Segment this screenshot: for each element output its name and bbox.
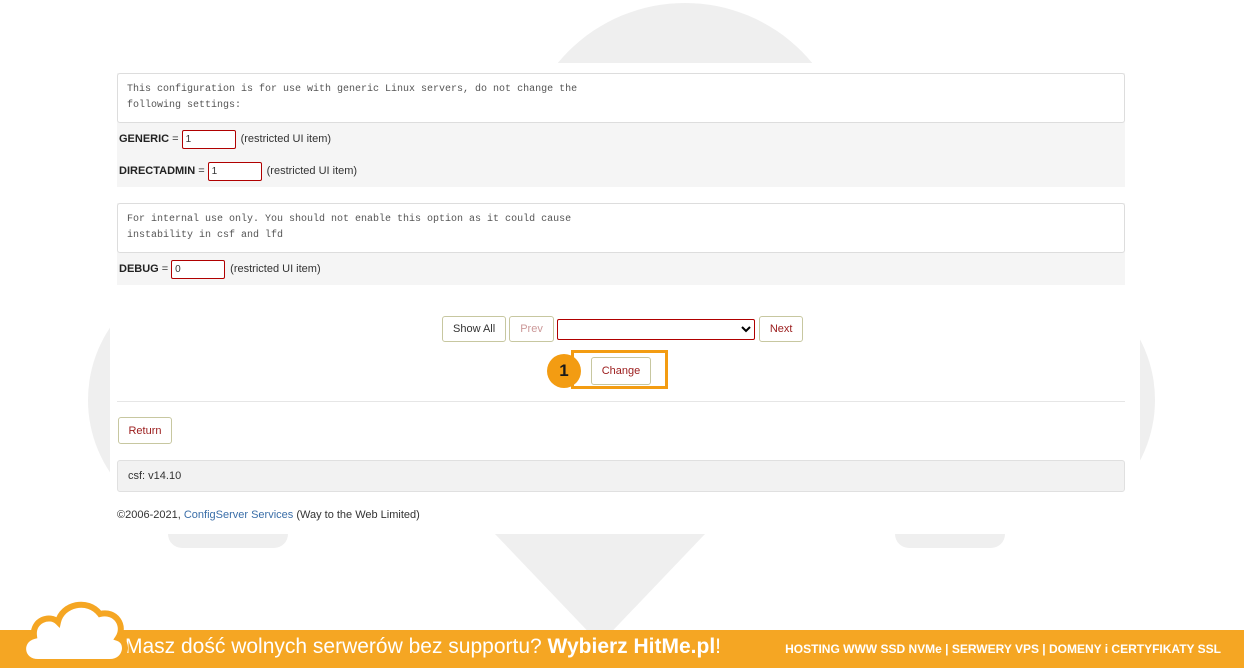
config-row-generic: GENERIC= (restricted UI item) (117, 123, 1125, 155)
show-all-button[interactable]: Show All (442, 316, 507, 342)
generic-input[interactable] (181, 129, 236, 149)
divider (117, 401, 1125, 402)
section-select[interactable] (556, 318, 755, 340)
restricted-note: (restricted UI item) (240, 133, 332, 145)
config-section-debug: For internal use only. You should not en… (117, 203, 1125, 285)
config-comment: For internal use only. You should not en… (117, 203, 1125, 253)
promo-text-end: ! (715, 635, 722, 658)
copyright-suffix: (Way to the Web Limited) (293, 509, 420, 521)
return-button[interactable]: Return (118, 417, 172, 444)
debug-input[interactable] (171, 259, 226, 279)
configserver-link[interactable]: ConfigServer Services (184, 509, 293, 521)
promo-text-bold: Wybierz HitMe.pl (547, 635, 716, 658)
restricted-note: (restricted UI item) (230, 263, 321, 275)
config-row-directadmin: DIRECTADMIN= (restricted UI item) (117, 155, 1125, 187)
copyright-prefix: ©2006-2021, (117, 509, 184, 521)
version-bar: csf: v14.10 (117, 460, 1125, 492)
restricted-note: (restricted UI item) (266, 165, 358, 177)
cloud-logo-icon (20, 601, 128, 665)
config-section-generic: This configuration is for use with gener… (117, 73, 1125, 187)
promo-text: Masz dość wolnych serwerów bez supportu?… (125, 635, 721, 659)
config-key: DEBUG (119, 263, 159, 275)
config-key: DIRECTADMIN (119, 165, 196, 177)
section-gap (117, 187, 1125, 203)
step-badge: 1 (547, 354, 581, 388)
pagination-bar: Show All Prev Next (442, 316, 806, 342)
watermark-bottom-left (168, 534, 288, 548)
watermark-triangle (495, 534, 705, 644)
config-row-debug: DEBUG= (restricted UI item) (117, 253, 1125, 285)
config-content: This configuration is for use with gener… (117, 63, 1125, 285)
change-button[interactable]: Change (591, 357, 651, 385)
promo-banner[interactable]: Masz dość wolnych serwerów bez supportu?… (0, 601, 1244, 668)
prev-button[interactable]: Prev (509, 316, 554, 342)
copyright-footer: ©2006-2021, ConfigServer Services (Way t… (117, 509, 420, 521)
watermark-bottom-right (895, 534, 1005, 548)
directadmin-input[interactable] (207, 161, 262, 181)
promo-services: HOSTING WWW SSD NVMe | SERWERY VPS | DOM… (785, 642, 1221, 656)
config-comment: This configuration is for use with gener… (117, 73, 1125, 123)
next-button[interactable]: Next (758, 316, 804, 342)
promo-text-plain: Masz dość wolnych serwerów bez supportu? (125, 635, 548, 658)
config-key: GENERIC (119, 133, 170, 145)
